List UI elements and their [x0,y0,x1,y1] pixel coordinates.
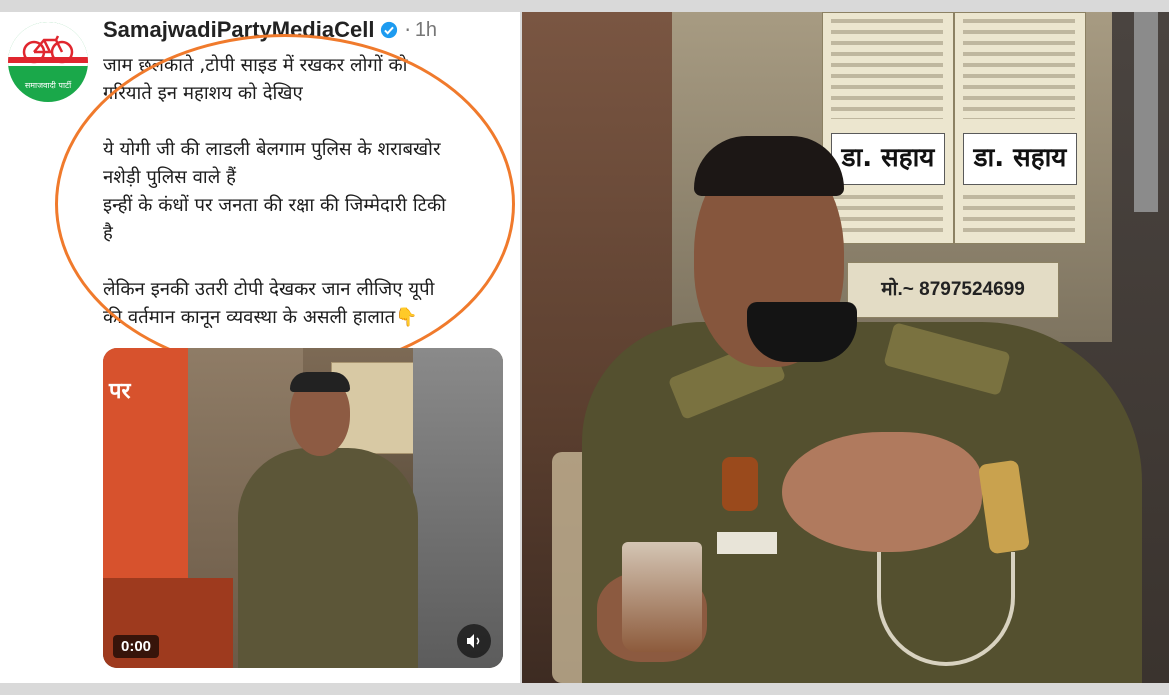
verified-badge-icon [381,21,398,39]
tweet-line: गरियाते इन महाशय को देखिए [103,83,303,104]
poster-name: डा. सहाय [831,133,945,185]
tweet-line: है [103,223,113,244]
video-duration: 0:00 [113,635,160,658]
tweet-card: समाजवादी पार्टी SamajwadiPartyMediaCell … [0,12,520,683]
poster-text-block [963,19,1075,119]
bicycle-icon [22,35,74,64]
video-street [413,348,503,668]
tweet-header: SamajwadiPartyMediaCell · 1h [103,16,437,44]
poster-right: डा. सहाय [954,12,1086,244]
tweet-line: इन्हीं के कंधों पर जनता की रक्षा की जिम्… [103,195,446,216]
video-officer-body [238,448,418,668]
video-banner-text: पर [109,368,131,416]
tweet-line: ये योगी जी की लाडली बेलगाम पुलिस के शराब… [103,139,441,160]
mute-button[interactable] [457,624,491,658]
video-thumbnail[interactable]: पर 0:00 [103,348,503,668]
banner-line: पर [109,379,131,404]
poster-footer [963,195,1075,235]
poster-text-block [831,19,943,119]
pointing-hand [782,432,982,552]
speaker-mute-icon [467,634,480,648]
poster-left: डा. सहाय [822,12,954,244]
tweet-text: जाम छलकाते ,टोपी साइड में रखकर लोगों को … [103,52,513,332]
tweet-line-text: की वर्तमान कानून व्यवस्था के असली हालात [103,307,396,328]
poster-footer [831,195,943,235]
officer-photo: डा. सहाय डा. सहाय मो.~ 8797524699 [522,12,1169,683]
tweet-line: जाम छलकाते ,टोपी साइड में रखकर लोगों को [103,55,408,76]
police-badge [722,457,758,511]
avatar-caption: समाजवादी पार्टी [24,81,72,90]
video-officer-hair [290,372,350,392]
avatar[interactable]: समाजवादी पार्टी [8,22,88,102]
tweet-line: लेकिन इनकी उतरी टोपी देखकर जान लीजिए यूप… [103,279,435,300]
account-name[interactable]: SamajwadiPartyMediaCell [103,17,374,43]
photo-pipe [1134,12,1158,212]
tea-cup [622,542,702,652]
tweet-line: नशेड़ी पुलिस वाले हैं [103,167,236,188]
poster-name: डा. सहाय [963,133,1077,185]
phone-number-strip: मो.~ 8797524699 [847,262,1059,318]
officer-hair [694,136,844,196]
pointing-down-emoji: 👇 [395,307,418,328]
separator-dot: · [404,18,411,42]
video-banner: पर [103,348,188,578]
tweet-line: की वर्तमान कानून व्यवस्था के असली हालात👇 [103,304,513,332]
tweet-time[interactable]: 1h [415,19,437,42]
name-plate [717,532,777,554]
officer-mask [747,302,857,362]
